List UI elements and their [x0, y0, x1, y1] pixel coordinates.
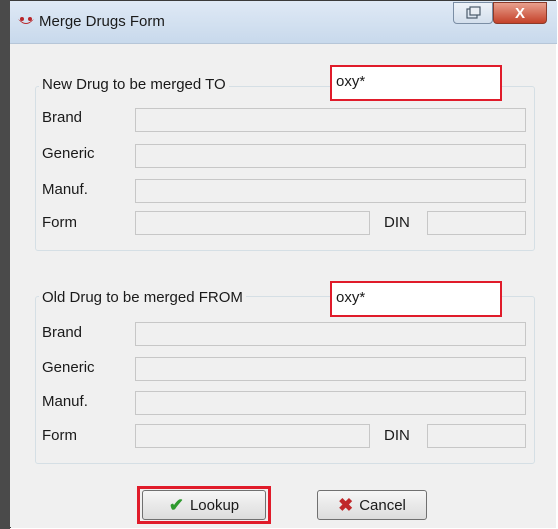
old-brand-label: Brand — [42, 324, 83, 341]
new-drug-search-box — [330, 65, 502, 101]
window-title: Merge Drugs Form — [39, 13, 165, 30]
checkmark-icon: ✔ — [168, 495, 184, 515]
new-manuf-field[interactable] — [135, 179, 526, 203]
new-drug-search-input[interactable] — [336, 70, 486, 92]
cancel-button[interactable]: ✖ Cancel — [317, 490, 427, 520]
new-din-field[interactable] — [427, 211, 526, 235]
app-logo-icon — [18, 17, 34, 24]
restore-button[interactable] — [453, 2, 493, 24]
old-generic-field[interactable] — [135, 357, 526, 381]
new-manuf-label: Manuf. — [42, 181, 88, 198]
new-generic-label: Generic — [42, 145, 95, 162]
old-form-label: Form — [42, 427, 77, 444]
old-generic-label: Generic — [42, 359, 95, 376]
new-din-label: DIN — [384, 214, 410, 231]
x-icon: ✖ — [338, 495, 354, 515]
old-drug-search-input[interactable] — [336, 286, 486, 308]
new-form-field[interactable] — [135, 211, 370, 235]
restore-icon — [466, 6, 481, 19]
form-body: New Drug to be merged TO Brand Generic M… — [11, 44, 556, 528]
old-din-field[interactable] — [427, 424, 526, 448]
new-generic-field[interactable] — [135, 144, 526, 168]
old-form-field[interactable] — [135, 424, 370, 448]
new-form-label: Form — [42, 214, 77, 231]
old-brand-field[interactable] — [135, 322, 526, 346]
new-brand-field[interactable] — [135, 108, 526, 132]
old-drug-search-box — [330, 281, 502, 317]
lookup-label: Lookup — [189, 496, 240, 514]
merge-drugs-window: Merge Drugs Form X New Drug to be merged… — [0, 0, 557, 528]
old-manuf-label: Manuf. — [42, 393, 88, 410]
close-button[interactable]: X — [493, 2, 547, 24]
old-manuf-field[interactable] — [135, 391, 526, 415]
old-drug-group-label: Old Drug to be merged FROM — [39, 289, 246, 306]
lookup-button[interactable]: ✔ Lookup — [142, 490, 266, 520]
close-icon: X — [514, 4, 525, 22]
window-left-border — [0, 0, 10, 529]
new-brand-label: Brand — [42, 109, 83, 126]
old-din-label: DIN — [384, 427, 410, 444]
cancel-label: Cancel — [359, 496, 406, 514]
title-bar: Merge Drugs Form X — [1, 1, 557, 44]
new-drug-group-label: New Drug to be merged TO — [39, 76, 229, 93]
